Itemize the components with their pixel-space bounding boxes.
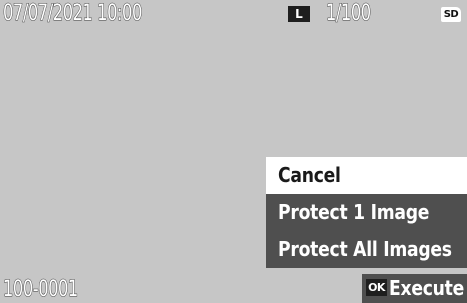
menu-item-protect-one[interactable]: Protect 1 Image: [266, 194, 467, 231]
ok-key-icon: OK: [366, 279, 387, 296]
menu-item-cancel[interactable]: Cancel: [266, 157, 467, 194]
sd-card-icon: SD: [441, 7, 461, 22]
protect-menu: Cancel Protect 1 Image Protect All Image…: [266, 157, 467, 268]
capture-datetime: 07/07/2021 10:00: [3, 1, 143, 27]
file-number: 100-0001: [3, 277, 79, 303]
menu-item-label: Cancel: [278, 163, 341, 187]
menu-item-label: Protect All Images: [278, 237, 452, 261]
menu-item-label: Protect 1 Image: [278, 200, 430, 224]
execute-label: Execute: [389, 276, 465, 300]
menu-item-protect-all[interactable]: Protect All Images: [266, 231, 467, 268]
frame-counter: 1/100: [326, 1, 372, 27]
camera-playback-screen: 07/07/2021 10:00 L 1/100 SD Cancel Prote…: [0, 0, 467, 303]
image-size-badge: L: [288, 6, 310, 22]
execute-button[interactable]: OK Execute: [362, 274, 467, 303]
